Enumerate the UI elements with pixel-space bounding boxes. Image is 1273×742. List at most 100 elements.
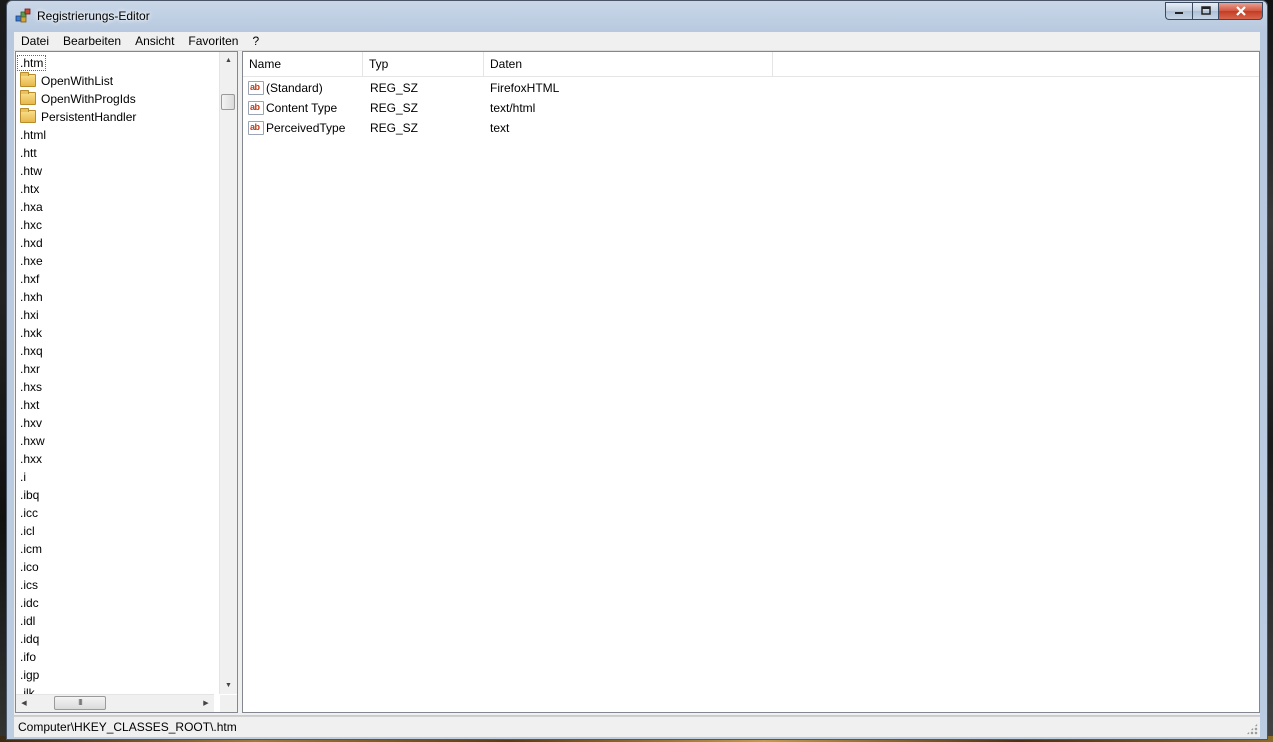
tree-item[interactable]: .icm (20, 540, 42, 558)
tree-item-label: .idl (20, 614, 36, 628)
tree-item[interactable]: .hxc (20, 216, 42, 234)
tree-item-label: .ics (20, 578, 38, 592)
tree-item-label: .hxr (20, 362, 41, 376)
tree-item[interactable]: .ico (20, 558, 39, 576)
tree-item[interactable]: .ifo (20, 648, 36, 666)
registry-editor-window: Registrierungs-Editor Datei Bearbeiten A… (6, 0, 1268, 740)
tree-item[interactable]: .hxi (20, 306, 39, 324)
tree-item[interactable]: .idq (20, 630, 39, 648)
string-value-icon: ab (248, 101, 264, 115)
registry-editor-icon (15, 8, 31, 23)
tree-item[interactable]: .icc (20, 504, 38, 522)
tree-item[interactable]: .htw (20, 162, 42, 180)
key-tree-pane[interactable]: .htm OpenWithList OpenWithProgIds Persisten… (15, 51, 238, 713)
tree-item-label: .ico (20, 560, 39, 574)
tree-item[interactable]: .i (20, 468, 26, 486)
tree-item[interactable]: OpenWithProgIds (20, 90, 136, 108)
tree-item[interactable]: .htx (20, 180, 39, 198)
value-row[interactable]: ab Content Type REG_SZ text/html (243, 98, 1259, 118)
tree-item[interactable]: .ilk (20, 684, 35, 694)
tree-vertical-scroll-thumb[interactable] (221, 94, 235, 110)
tree-vertical-scrollbar[interactable]: ▲ ▼ (219, 52, 237, 694)
values-list-pane[interactable]: Name Typ Daten ab (Standard) REG_SZ Firefox… (242, 51, 1260, 713)
tree-item[interactable]: .hxk (20, 324, 42, 342)
minimize-button[interactable] (1165, 2, 1192, 20)
tree-item-label: .hxa (20, 200, 43, 214)
tree-item-label: .hxs (20, 380, 43, 394)
window-title: Registrierungs-Editor (37, 9, 150, 23)
folder-icon (20, 90, 36, 105)
tree-item[interactable]: PersistentHandler (20, 108, 136, 126)
tree-item[interactable]: .hxd (20, 234, 43, 252)
scroll-down-arrow-icon[interactable]: ▼ (220, 677, 237, 694)
tree-item[interactable]: .hxh (20, 288, 43, 306)
column-header-name[interactable]: Name (243, 52, 363, 76)
tree-item-label: .i (20, 470, 26, 484)
value-name: PerceivedType (266, 121, 346, 135)
tree-horizontal-scrollbar[interactable]: ◀ III ▶ (16, 694, 214, 712)
menu-bar: Datei Bearbeiten Ansicht Favoriten ? (14, 32, 1260, 51)
scroll-right-arrow-icon[interactable]: ▶ (198, 695, 214, 712)
tree-item[interactable]: .hxr (20, 360, 40, 378)
maximize-button[interactable] (1192, 2, 1218, 20)
menu-help[interactable]: ? (245, 32, 266, 50)
menu-datei[interactable]: Datei (14, 32, 56, 50)
folder-icon (20, 108, 36, 123)
tree-item[interactable]: .icl (20, 522, 35, 540)
tree-item[interactable]: .idl (20, 612, 35, 630)
tree-horizontal-scroll-thumb[interactable]: III (54, 696, 106, 710)
status-path: Computer\HKEY_CLASSES_ROOT\.htm (18, 720, 237, 734)
tree-item-label: .ifo (20, 650, 37, 664)
value-row[interactable]: ab (Standard) REG_SZ FirefoxHTML (243, 78, 1259, 98)
tree-item-label: .htw (20, 164, 43, 178)
tree-item-label: .hxt (20, 398, 40, 412)
tree-item-label: .idc (20, 596, 39, 610)
column-header-type[interactable]: Typ (363, 52, 484, 76)
tree-item[interactable]: .igp (20, 666, 39, 684)
tree-item[interactable]: .hxa (20, 198, 43, 216)
scroll-left-arrow-icon[interactable]: ◀ (16, 695, 32, 712)
tree-item[interactable]: .html (20, 126, 46, 144)
tree-item[interactable]: .htm (17, 54, 47, 72)
tree-item-label: .hxv (20, 416, 43, 430)
close-button[interactable] (1218, 2, 1263, 20)
tree-item-label: OpenWithList (41, 74, 114, 88)
value-type: REG_SZ (370, 121, 419, 135)
tree-item-label: .igp (20, 668, 40, 682)
tree-item[interactable]: .hxt (20, 396, 39, 414)
value-data: text/html (490, 101, 536, 115)
title-bar[interactable]: Registrierungs-Editor (7, 1, 1267, 31)
tree-item[interactable]: .hxe (20, 252, 43, 270)
tree-item-label: .hxf (20, 272, 40, 286)
tree-item[interactable]: .hxw (20, 432, 45, 450)
tree-item[interactable]: .htt (20, 144, 37, 162)
string-value-icon: ab (248, 121, 264, 135)
menu-bearbeiten[interactable]: Bearbeiten (56, 32, 128, 50)
tree-item[interactable]: .idc (20, 594, 39, 612)
close-icon (1235, 6, 1246, 16)
folder-icon (20, 72, 36, 87)
tree-item[interactable]: .ibq (20, 486, 39, 504)
tree-item[interactable]: OpenWithList (20, 72, 113, 90)
tree-item[interactable]: .ics (20, 576, 38, 594)
scroll-corner (220, 695, 237, 712)
tree-item[interactable]: .hxs (20, 378, 42, 396)
resize-grip-icon[interactable] (1246, 723, 1258, 735)
tree-item-label: .htt (20, 146, 37, 160)
tree-item[interactable]: .hxf (20, 270, 39, 288)
menu-favoriten[interactable]: Favoriten (181, 32, 245, 50)
tree-item-label: .hxc (20, 218, 43, 232)
menu-ansicht[interactable]: Ansicht (128, 32, 181, 50)
minimize-icon (1175, 12, 1183, 14)
tree-item[interactable]: .hxx (20, 450, 42, 468)
list-header: Name Typ Daten (243, 52, 1259, 77)
tree-item-label: .hxd (20, 236, 43, 250)
tree-item[interactable]: .hxq (20, 342, 43, 360)
tree-item-label: .icl (20, 524, 35, 538)
value-type: REG_SZ (370, 101, 419, 115)
value-data: text (490, 121, 510, 135)
value-row[interactable]: ab PerceivedType REG_SZ text (243, 118, 1259, 138)
column-header-data[interactable]: Daten (484, 52, 773, 76)
tree-item[interactable]: .hxv (20, 414, 42, 432)
scroll-up-arrow-icon[interactable]: ▲ (220, 52, 237, 69)
